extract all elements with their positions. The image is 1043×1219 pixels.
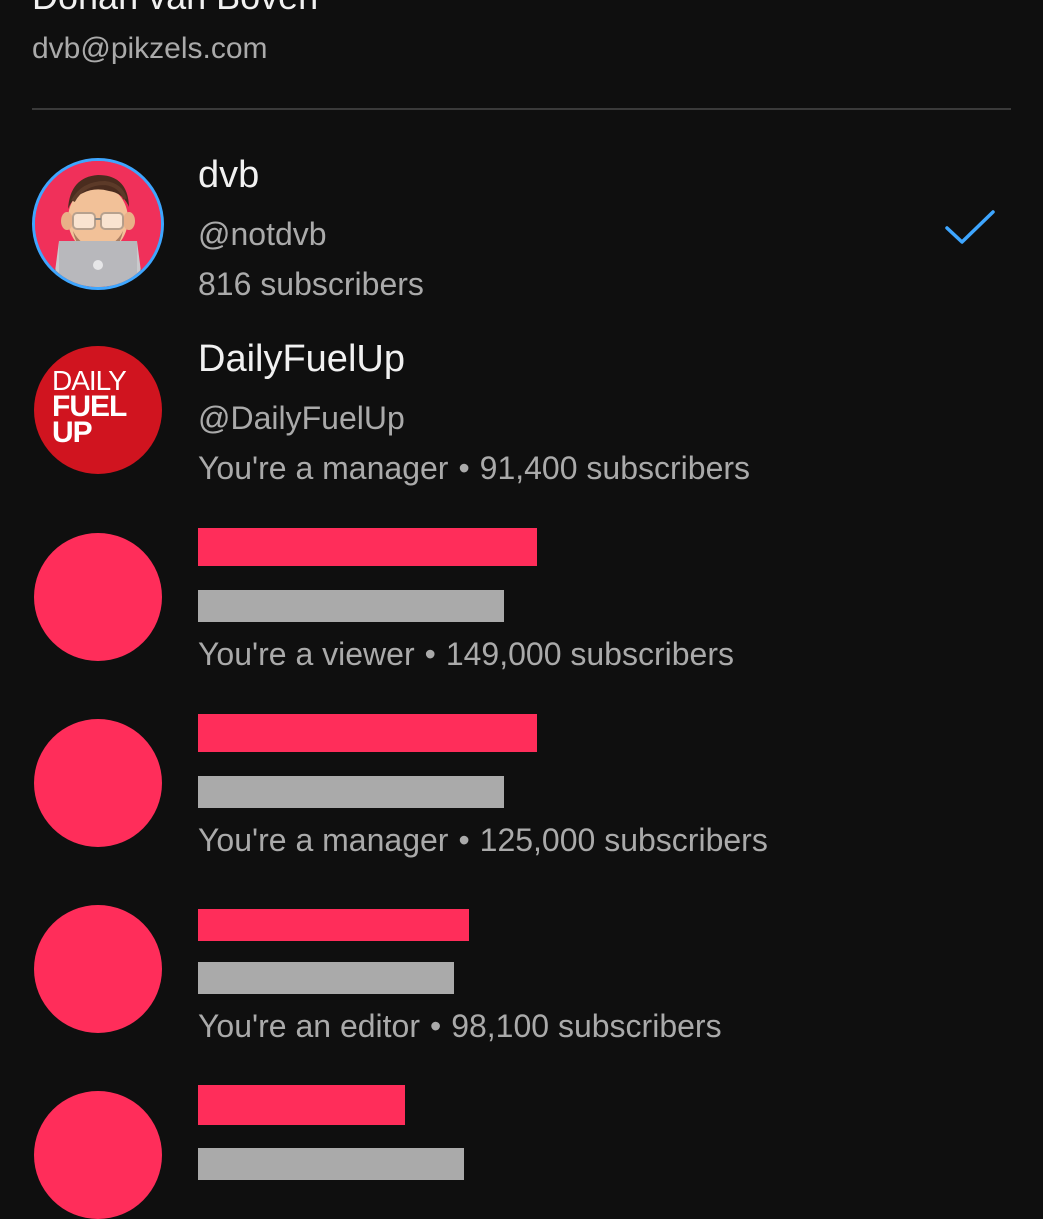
channel-item-dailyfuelup[interactable]: DAILY FUEL UP DailyFuelUp @DailyFuelUp Y… xyxy=(0,330,1043,516)
channel-item-redacted[interactable]: You're a manager • 125,000 subscribers xyxy=(0,702,1043,888)
channel-subscribers: 125,000 subscribers xyxy=(479,822,768,858)
channel-name-redacted xyxy=(198,528,537,566)
channel-name-redacted xyxy=(198,1085,405,1125)
channel-handle: @notdvb xyxy=(198,216,327,252)
separator: • xyxy=(429,1008,442,1044)
channel-subscribers: 816 subscribers xyxy=(198,266,424,302)
channel-handle-redacted xyxy=(198,962,454,994)
separator: • xyxy=(458,450,470,486)
divider xyxy=(32,108,1011,110)
channel-item-redacted[interactable]: You're a viewer • 149,000 subscribers xyxy=(0,516,1043,702)
avatar-redacted xyxy=(34,533,162,661)
channel-role: You're an editor xyxy=(198,1008,420,1044)
channel-meta: You're a manager • 91,400 subscribers xyxy=(198,450,750,487)
channel-role: You're a manager xyxy=(198,450,449,486)
channel-subscribers: 149,000 subscribers xyxy=(445,636,734,672)
channel-item-dvb[interactable]: dvb @notdvb 816 subscribers xyxy=(0,144,1043,330)
channel-subscribers: 98,100 subscribers xyxy=(451,1008,722,1044)
channel-handle: @DailyFuelUp xyxy=(198,400,405,436)
avatar-redacted xyxy=(34,719,162,847)
account-name: Donan van Boven xyxy=(32,0,318,18)
channel-name-redacted xyxy=(198,909,469,941)
channel-meta: You're a viewer • 149,000 subscribers xyxy=(198,636,734,673)
channel-meta: You're a manager • 125,000 subscribers xyxy=(198,822,768,859)
channel-name: DailyFuelUp xyxy=(198,338,405,380)
channel-subscribers: 91,400 subscribers xyxy=(479,450,751,486)
channel-item-redacted[interactable] xyxy=(0,1074,1043,1219)
checkmark-icon xyxy=(945,210,995,244)
channel-role: You're a viewer xyxy=(198,636,415,672)
avatar: DAILY FUEL UP xyxy=(34,346,162,474)
channel-role: You're a manager xyxy=(198,822,449,858)
channel-handle-redacted xyxy=(198,776,504,808)
channel-handle-redacted xyxy=(198,590,504,622)
separator: • xyxy=(458,822,470,858)
channel-meta: You're an editor • 98,100 subscribers xyxy=(198,1008,722,1045)
dailyfuelup-logo: DAILY FUEL UP xyxy=(52,365,127,449)
channel-item-redacted[interactable]: You're an editor • 98,100 subscribers xyxy=(0,888,1043,1074)
channel-handle-redacted xyxy=(198,1148,464,1180)
avatar xyxy=(32,158,164,290)
channel-name: dvb xyxy=(198,154,260,196)
avatar-redacted xyxy=(34,905,162,1033)
account-email: dvb@pikzels.com xyxy=(32,32,268,65)
channel-name-redacted xyxy=(198,714,537,752)
memoji-avatar-icon xyxy=(35,161,161,287)
separator: • xyxy=(424,636,436,672)
